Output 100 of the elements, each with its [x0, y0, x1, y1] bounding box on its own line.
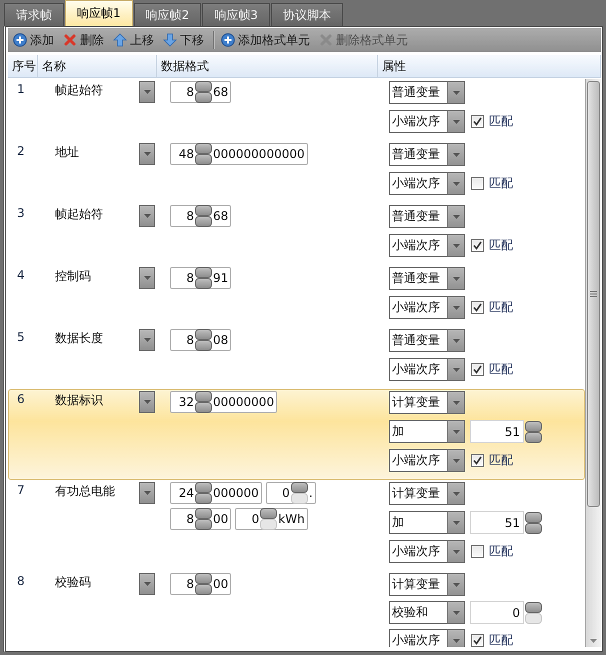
table-row[interactable]: 8 校验码 8 00 计算变量 校验和 0 小端次序 匹配	[8, 571, 585, 647]
checkbox[interactable]	[471, 454, 484, 467]
dropdown[interactable]: 计算变量	[389, 391, 465, 414]
scroll-thumb[interactable]	[587, 81, 600, 507]
dropdown[interactable]: 小端次序	[389, 629, 465, 647]
dropdown[interactable]: 小端次序	[389, 449, 465, 472]
table-row[interactable]: 7 有功总电能 24 000000 0 . 8 00 0 kWh 计算变量 加 51 小端次序 匹配	[8, 480, 585, 571]
checkbox[interactable]	[471, 634, 484, 647]
dropdown[interactable]: 小端次序	[389, 540, 465, 563]
spin-buttons[interactable]	[195, 329, 212, 351]
bit-field[interactable]: 0 .	[266, 482, 316, 504]
bit-field[interactable]: 8 68	[170, 81, 232, 103]
bit-field[interactable]: 8 00	[170, 508, 232, 530]
column-header[interactable]: 属性	[382, 58, 406, 74]
spin-buttons[interactable]	[195, 81, 212, 103]
delete-icon	[319, 33, 333, 47]
number-field[interactable]: 51	[470, 420, 524, 443]
dropdown[interactable]: 普通变量	[389, 329, 465, 352]
checkbox[interactable]	[471, 115, 484, 128]
bit-field[interactable]: 24 000000	[170, 482, 262, 504]
tab[interactable]: 请求帧	[4, 3, 64, 26]
dropdown-button[interactable]	[139, 267, 155, 289]
dropdown-button[interactable]	[139, 329, 155, 351]
table-row[interactable]: 4 控制码 8 91 普通变量 小端次序 匹配	[8, 265, 585, 327]
spin-buttons[interactable]	[525, 512, 542, 534]
bit-field[interactable]: 48 000000000000	[170, 143, 308, 165]
bit-field[interactable]: 0 kWh	[235, 508, 308, 530]
checkbox[interactable]	[471, 545, 484, 558]
column-header[interactable]: 序号	[12, 58, 36, 74]
field-name: 校验码	[54, 574, 92, 591]
dropdown[interactable]: 小端次序	[389, 296, 465, 319]
bit-field[interactable]: 8 91	[170, 267, 232, 289]
scroll-down-icon[interactable]	[590, 639, 597, 643]
dropdown[interactable]: 小端次序	[389, 234, 465, 257]
add-button[interactable]: 添加格式单元	[219, 29, 315, 51]
add-button[interactable]: 添加	[11, 29, 59, 51]
caret-icon	[452, 550, 460, 554]
field-value: 000000	[212, 486, 260, 500]
tab[interactable]: 响应帧2	[134, 3, 202, 26]
field-value: 91	[212, 271, 230, 285]
tab[interactable]: 响应帧1	[65, 0, 133, 26]
checkbox-label: 匹配	[489, 113, 513, 130]
dropdown-button[interactable]	[139, 81, 155, 103]
delete-button[interactable]: 删除	[61, 29, 109, 51]
field-value: 00000000	[212, 395, 276, 409]
spin-buttons[interactable]	[195, 482, 212, 504]
spin-buttons[interactable]	[195, 267, 212, 289]
dropdown[interactable]: 小端次序	[389, 110, 465, 133]
table-row[interactable]: 2 地址 48 000000000000 普通变量 小端次序 匹配	[8, 141, 585, 203]
dropdown-button[interactable]	[139, 205, 155, 227]
field-name: 帧起始符	[54, 206, 104, 223]
move-up-button[interactable]: 上移	[111, 29, 159, 51]
checkbox[interactable]	[471, 363, 484, 376]
column-header[interactable]: 数据格式	[161, 58, 209, 74]
table-row[interactable]: 5 数据长度 8 08 普通变量 小端次序 匹配	[8, 327, 585, 389]
bit-length: 0	[250, 512, 260, 526]
spin-buttons[interactable]	[195, 205, 212, 227]
number-field[interactable]: 51	[470, 511, 524, 534]
dropdown-button[interactable]	[139, 391, 155, 413]
bit-length: 8	[185, 333, 195, 347]
dropdown[interactable]: 小端次序	[389, 358, 465, 381]
spin-buttons[interactable]	[195, 143, 212, 165]
dropdown[interactable]: 普通变量	[389, 205, 465, 228]
dropdown-button[interactable]	[139, 482, 155, 504]
bit-field[interactable]: 32 00000000	[170, 391, 278, 413]
bit-field[interactable]: 8 00	[170, 573, 232, 595]
dropdown[interactable]: 普通变量	[389, 267, 465, 290]
spin-buttons[interactable]	[195, 391, 212, 413]
table-row[interactable]: 6 数据标识 32 00000000 计算变量 加 51 小端次序 匹配	[8, 389, 585, 480]
checkbox[interactable]	[471, 239, 484, 252]
spin-buttons[interactable]	[195, 573, 212, 595]
dropdown[interactable]: 校验和	[389, 601, 465, 624]
tab[interactable]: 协议脚本	[270, 3, 343, 26]
spin-buttons[interactable]	[195, 508, 212, 530]
dropdown[interactable]: 加	[389, 511, 465, 534]
dropdown[interactable]: 计算变量	[389, 482, 465, 505]
dropdown[interactable]: 普通变量	[389, 143, 465, 166]
dropdown-button[interactable]	[139, 573, 155, 595]
caret-icon	[452, 90, 460, 94]
dropdown[interactable]: 小端次序	[389, 172, 465, 195]
dropdown[interactable]: 加	[389, 420, 465, 443]
move-down-button[interactable]: 下移	[161, 29, 209, 51]
delete-icon	[63, 33, 77, 47]
bit-field[interactable]: 8 08	[170, 329, 232, 351]
table-row[interactable]: 1 帧起始符 8 68 普通变量 小端次序 匹配	[8, 79, 585, 141]
dropdown[interactable]: 普通变量	[389, 81, 465, 104]
scrollbar[interactable]	[585, 79, 601, 647]
caret-icon	[144, 214, 150, 218]
number-field[interactable]: 0	[470, 601, 524, 624]
tab[interactable]: 响应帧3	[202, 3, 270, 26]
dropdown-button[interactable]	[139, 143, 155, 165]
column-header[interactable]: 名称	[42, 58, 66, 74]
table-row[interactable]: 3 帧起始符 8 68 普通变量 小端次序 匹配	[8, 203, 585, 265]
field-value: 68	[212, 85, 230, 99]
checkbox[interactable]	[471, 177, 484, 190]
bit-field[interactable]: 8 68	[170, 205, 232, 227]
spin-buttons[interactable]	[525, 420, 542, 442]
dropdown[interactable]: 计算变量	[389, 573, 465, 596]
field-name: 帧起始符	[54, 82, 104, 99]
checkbox[interactable]	[471, 301, 484, 314]
